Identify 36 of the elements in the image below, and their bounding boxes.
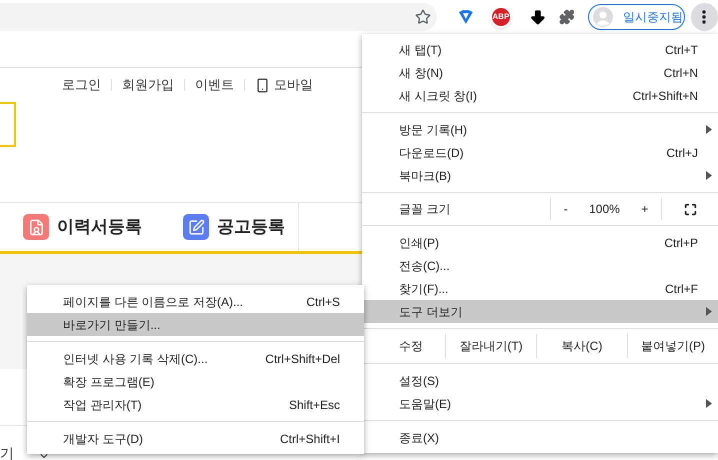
menu-item[interactable]: 찾기(F)... Ctrl+F <box>362 277 718 300</box>
menu-label: 수정 <box>398 338 424 355</box>
nav-link[interactable]: 공고등록 <box>183 214 285 240</box>
menu-item[interactable]: 종료(X) <box>362 426 718 449</box>
adblock-badge[interactable]: ABP <box>490 6 512 28</box>
menu-item[interactable]: 바로가기 만들기... <box>27 313 364 336</box>
menu-item[interactable]: 개발자 도구(D) Ctrl+Shift+I <box>27 427 364 450</box>
menu-item[interactable]: 새 시크릿 창(I) Ctrl+Shift+N <box>362 84 718 107</box>
edit-button[interactable]: 붙여넣기(P) <box>627 334 718 358</box>
menu-item[interactable]: 작업 관리자(T) Shift+Esc <box>27 393 364 416</box>
menu-item[interactable]: 새 창(N) Ctrl+N <box>362 61 718 84</box>
nav-link[interactable]: 이력서등록 <box>23 214 142 240</box>
page-text: 기 <box>0 444 14 460</box>
top-link[interactable]: 회원가입 <box>122 75 174 95</box>
zoom-in-button[interactable]: + <box>637 200 652 218</box>
top-link[interactable]: 로그인 <box>62 75 101 95</box>
menu-label: 글꼴 크기 <box>398 201 452 218</box>
menu-item[interactable]: 인터넷 사용 기록 삭제(C)... Ctrl+Shift+Del <box>27 347 364 370</box>
zoom-out-button[interactable]: - <box>560 200 572 218</box>
zoom-level: 100% <box>589 201 620 218</box>
profile-button[interactable]: 일시중지됨 <box>588 4 684 30</box>
menu-item[interactable]: 확장 프로그램(E) <box>27 370 364 393</box>
menu-item[interactable]: 방문 기록(H) <box>362 118 718 141</box>
menu-item[interactable]: 도구 더보기 <box>362 300 718 323</box>
menu-item[interactable]: 새 탭(T) Ctrl+T <box>362 38 718 61</box>
edit-button[interactable]: 복사(C) <box>536 334 627 358</box>
top-link[interactable]: 모바일 <box>274 75 313 95</box>
menu-item[interactable]: 페이지를 다른 이름으로 저장(A)... Ctrl+S <box>27 290 364 313</box>
menu-item[interactable]: 북마크(B) <box>362 164 718 187</box>
menu-item[interactable]: 다운로드(D) Ctrl+J <box>362 141 718 164</box>
menu-item[interactable]: 인쇄(P) Ctrl+P <box>362 231 718 254</box>
edit-button[interactable]: 잘라내기(T) <box>445 334 536 358</box>
menu-item[interactable]: 전송(C)... <box>362 254 718 277</box>
menu-item[interactable]: 도움말(E) <box>362 392 718 415</box>
menu-item[interactable]: 설정(S) <box>362 369 718 392</box>
top-link[interactable]: 이벤트 <box>195 75 234 95</box>
